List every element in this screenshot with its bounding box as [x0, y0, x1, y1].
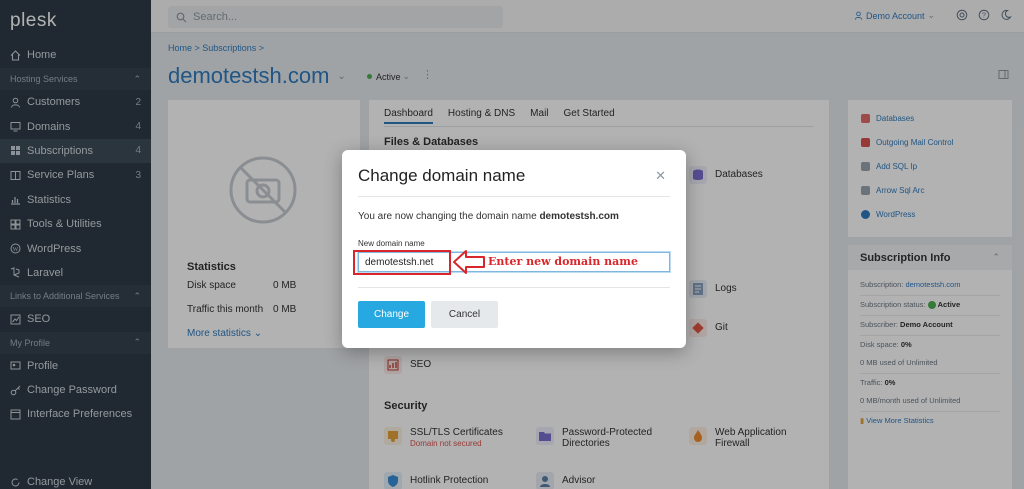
dialog-title: Change domain name [358, 166, 526, 185]
change-button[interactable]: Change [358, 301, 425, 328]
divider [358, 196, 670, 197]
divider [358, 287, 670, 288]
field-label: New domain name [358, 239, 425, 248]
annotation-arrow-icon [452, 249, 486, 278]
dialog-message: You are now changing the domain name dem… [358, 211, 619, 222]
cancel-button[interactable]: Cancel [431, 301, 498, 328]
annotation-text: Enter new domain name [488, 255, 638, 268]
close-icon[interactable]: ✕ [655, 168, 666, 184]
change-domain-dialog: Change domain name ✕ You are now changin… [342, 150, 686, 348]
